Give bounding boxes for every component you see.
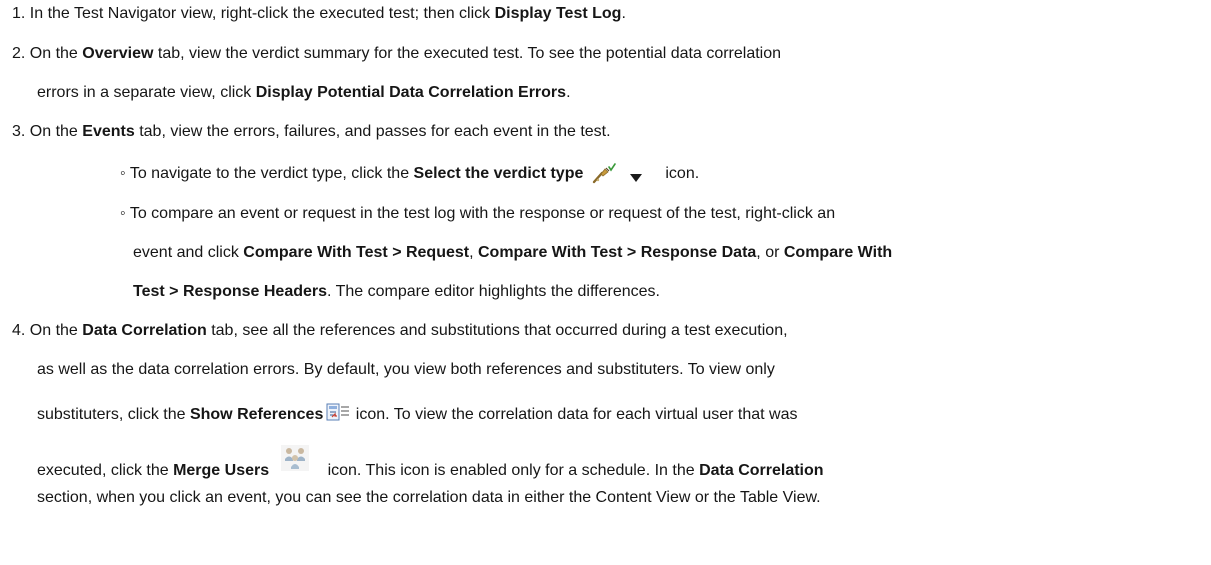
step-number: 3. xyxy=(12,123,26,140)
step-text: substituters, click the xyxy=(37,406,190,423)
ui-term: Compare With xyxy=(783,244,893,261)
bullet-text: To navigate to the verdict type, click t… xyxy=(125,165,414,182)
bullet-1: ◦ To navigate to the verdict type, click… xyxy=(120,160,699,188)
dropdown-arrow-icon xyxy=(629,167,643,182)
bullet-text: icon. xyxy=(665,165,700,182)
ui-term: Events xyxy=(82,123,135,140)
step-4-cont2: substituters, click the Show References … xyxy=(37,403,798,425)
bullet-text: event and click xyxy=(133,244,244,261)
ui-term: Compare With Test > Response Data xyxy=(478,244,757,261)
ui-term: Select the verdict type xyxy=(413,165,584,182)
bullet-text: . The compare editor highlights the diff… xyxy=(327,283,660,300)
bullet-text: To compare an event or request in the te… xyxy=(125,205,836,222)
step-2-cont: errors in a separate view, click Display… xyxy=(37,83,571,103)
step-text: executed, click the xyxy=(37,462,174,479)
step-text: On the xyxy=(29,322,83,339)
bullet-text: , or xyxy=(756,244,784,261)
step-text: tab, view the errors, failures, and pass… xyxy=(134,123,611,140)
step-text: as well as the data correlation errors. … xyxy=(37,361,775,378)
step-text: tab, view the verdict summary for the ex… xyxy=(153,45,782,62)
ui-term: Show References xyxy=(189,406,324,423)
step-text: icon. This icon is enabled only for a sc… xyxy=(323,462,700,479)
ui-term: Test > Response Headers xyxy=(133,283,328,300)
show-references-icon xyxy=(326,403,350,423)
step-4-cont3: executed, click the Merge Users icon. Th… xyxy=(37,445,824,479)
step-1: 1. In the Test Navigator view, right-cli… xyxy=(12,4,626,24)
step-4: 4. On the Data Correlation tab, see all … xyxy=(12,321,788,341)
step-text: . xyxy=(566,84,571,101)
bullet-2-cont2: Test > Response Headers. The compare edi… xyxy=(133,282,660,302)
step-3: 3. On the Events tab, view the errors, f… xyxy=(12,122,611,142)
step-text: icon. To view the correlation data for e… xyxy=(351,406,798,423)
step-2: 2. On the Overview tab, view the verdict… xyxy=(12,44,781,64)
bullet-2: ◦ To compare an event or request in the … xyxy=(120,204,835,224)
step-number: 2. xyxy=(12,45,26,62)
bullet-text: , xyxy=(469,244,478,261)
ui-term: Compare With Test > Request xyxy=(243,244,470,261)
step-4-cont4: section, when you click an event, you ca… xyxy=(37,488,821,508)
bullet-2-cont: event and click Compare With Test > Requ… xyxy=(133,243,892,263)
ui-term: Data Correlation xyxy=(699,462,824,479)
ui-term: Display Test Log xyxy=(494,5,622,22)
step-number: 4. xyxy=(12,322,26,339)
ui-term: Merge Users xyxy=(173,462,270,479)
select-verdict-type-icon xyxy=(591,162,617,185)
step-text: . xyxy=(621,5,626,22)
merge-users-icon xyxy=(281,445,310,471)
step-text: tab, see all the references and substitu… xyxy=(206,322,788,339)
step-text: errors in a separate view, click xyxy=(37,84,256,101)
ui-term: Data Correlation xyxy=(82,322,207,339)
step-text: In the Test Navigator view, right-click … xyxy=(29,5,495,22)
step-text: section, when you click an event, you ca… xyxy=(37,489,821,506)
step-number: 1. xyxy=(12,5,26,22)
step-4-cont: as well as the data correlation errors. … xyxy=(37,360,775,380)
step-text: On the xyxy=(29,45,83,62)
step-text: On the xyxy=(29,123,83,140)
ui-term: Display Potential Data Correlation Error… xyxy=(255,84,567,101)
ui-term: Overview xyxy=(82,45,154,62)
